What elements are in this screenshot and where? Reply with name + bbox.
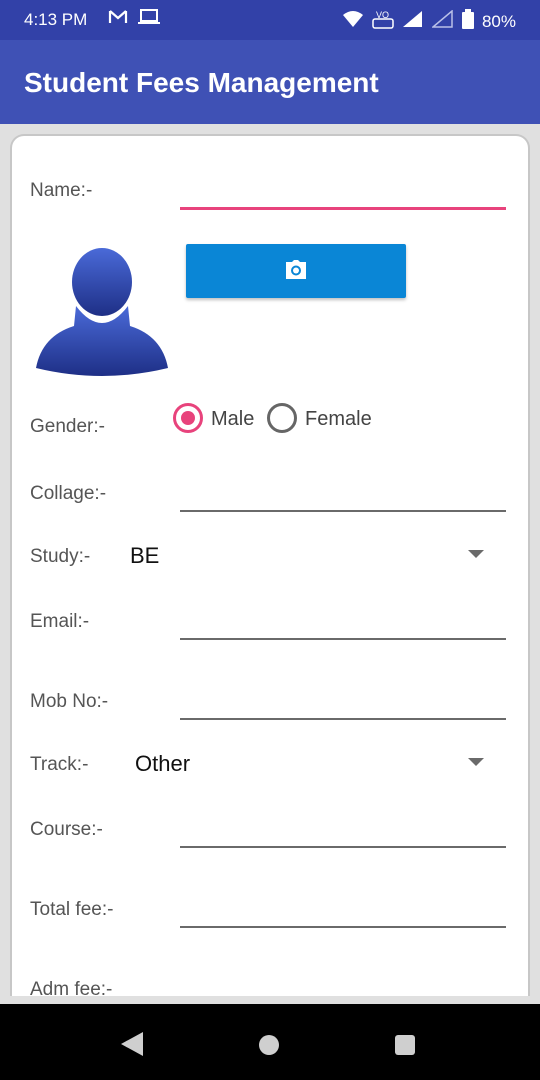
volte-icon: VO	[372, 9, 394, 34]
college-input[interactable]	[180, 510, 506, 512]
track-spinner[interactable]: Other	[135, 751, 190, 777]
laptop-icon	[138, 9, 160, 30]
camera-button[interactable]	[186, 244, 406, 298]
recents-icon[interactable]	[395, 1035, 415, 1055]
mobile-input[interactable]	[180, 718, 506, 720]
study-label: Study:-	[30, 546, 91, 567]
email-label: Email:-	[30, 611, 90, 632]
home-icon[interactable]	[259, 1035, 279, 1055]
status-time: 4:13 PM	[24, 10, 88, 29]
form-card: Name:- Gender:- Male Female Collage:- St…	[10, 134, 530, 1016]
app-title: Student Fees Management	[24, 67, 379, 98]
back-icon[interactable]	[121, 1032, 143, 1056]
track-dropdown-icon[interactable]	[468, 758, 484, 766]
mail-icon	[108, 9, 128, 30]
gender-female-label: Female	[305, 408, 372, 430]
name-input[interactable]	[180, 207, 506, 210]
battery-icon	[461, 9, 474, 34]
name-label: Name:-	[30, 180, 93, 201]
gender-label: Gender:-	[30, 416, 105, 437]
svg-text:VO: VO	[376, 10, 389, 20]
total-fee-input[interactable]	[180, 926, 506, 928]
status-left-icons	[108, 9, 160, 30]
status-bar: 4:13 PM VO 80%	[0, 0, 540, 40]
navigation-bar	[0, 1004, 540, 1080]
avatar-icon	[34, 244, 170, 383]
battery-percent: 80%	[481, 11, 516, 31]
wifi-icon	[342, 10, 364, 33]
total-fee-label: Total fee:-	[30, 899, 114, 920]
email-input[interactable]	[180, 638, 506, 640]
college-label: Collage:-	[30, 483, 107, 504]
camera-icon	[286, 260, 306, 279]
gender-male-label: Male	[211, 408, 255, 430]
app-bar: Student Fees Management	[0, 40, 540, 124]
gender-radio-female[interactable]	[267, 403, 297, 433]
mobile-label: Mob No:-	[30, 691, 109, 712]
gender-radio-male[interactable]	[173, 403, 203, 433]
track-label: Track:-	[30, 754, 89, 775]
signal-empty-icon	[430, 9, 454, 33]
bottom-gap	[0, 996, 540, 1004]
study-dropdown-icon[interactable]	[468, 550, 484, 558]
status-right-icons: VO 80%	[342, 9, 516, 34]
study-spinner[interactable]: BE	[130, 543, 159, 569]
signal-icon	[402, 10, 424, 33]
course-label: Course:-	[30, 819, 103, 840]
course-input[interactable]	[180, 846, 506, 848]
